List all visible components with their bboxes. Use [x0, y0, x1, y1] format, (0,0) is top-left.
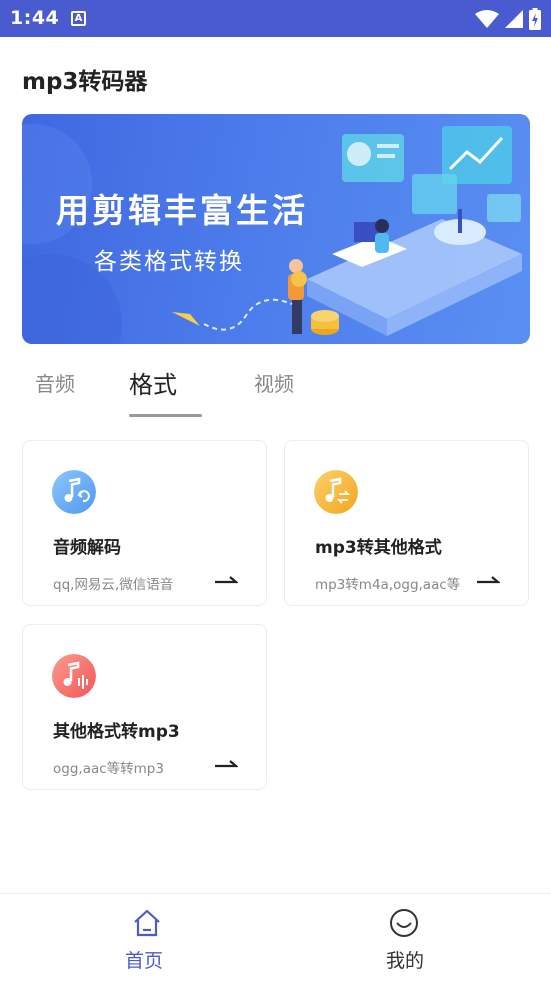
card-description: mp3转m4a,ogg,aac等 — [315, 577, 461, 593]
arrow-right-icon — [215, 576, 238, 584]
smile-icon — [390, 909, 418, 937]
music-convert-icon — [52, 470, 96, 514]
card-title: 其他格式转mp3 — [53, 722, 180, 742]
card-title: mp3转其他格式 — [315, 538, 442, 558]
arrow-right-icon — [477, 576, 500, 584]
banner-subtitle: 各类格式转换 — [94, 249, 244, 275]
status-time: 1:44 — [10, 7, 60, 29]
nav-item-mine[interactable]: 我的 — [268, 894, 543, 981]
banner-headline: 用剪辑丰富生活 — [56, 191, 308, 230]
nav-item-home[interactable]: 首页 — [8, 894, 283, 981]
card-title: 音频解码 — [53, 538, 121, 558]
keyboard-indicator-icon: A — [71, 11, 86, 26]
card-mp3-to-other[interactable]: mp3转其他格式 mp3转m4a,ogg,aac等 — [284, 440, 529, 606]
battery-icon — [529, 8, 541, 30]
music-swap-icon — [314, 470, 358, 514]
arrow-right-icon — [215, 760, 238, 768]
tab-active-indicator — [129, 414, 202, 417]
wifi-icon — [475, 10, 499, 28]
music-wave-icon — [52, 654, 96, 698]
card-description: ogg,aac等转mp3 — [53, 761, 164, 777]
card-audio-decode[interactable]: 音频解码 qq,网易云,微信语音 — [22, 440, 267, 606]
status-bar: 1:44 A — [0, 0, 551, 37]
bottom-navigation: 首页 我的 — [0, 893, 551, 981]
tab-audio[interactable]: 音频 — [35, 368, 75, 397]
card-description: qq,网易云,微信语音 — [53, 577, 174, 593]
promo-banner[interactable]: 用剪辑丰富生活 各类格式转换 — [22, 114, 530, 344]
page-title: mp3转码器 — [22, 69, 148, 95]
category-tabs: 音频 格式 视频 — [0, 360, 551, 420]
tab-format[interactable]: 格式 — [129, 365, 177, 400]
tab-video[interactable]: 视频 — [254, 368, 294, 397]
nav-label-mine: 我的 — [386, 950, 425, 972]
status-icons — [475, 8, 541, 30]
card-other-to-mp3[interactable]: 其他格式转mp3 ogg,aac等转mp3 — [22, 624, 267, 790]
home-icon — [134, 909, 160, 937]
nav-label-home: 首页 — [125, 950, 164, 972]
signal-icon — [505, 10, 523, 28]
